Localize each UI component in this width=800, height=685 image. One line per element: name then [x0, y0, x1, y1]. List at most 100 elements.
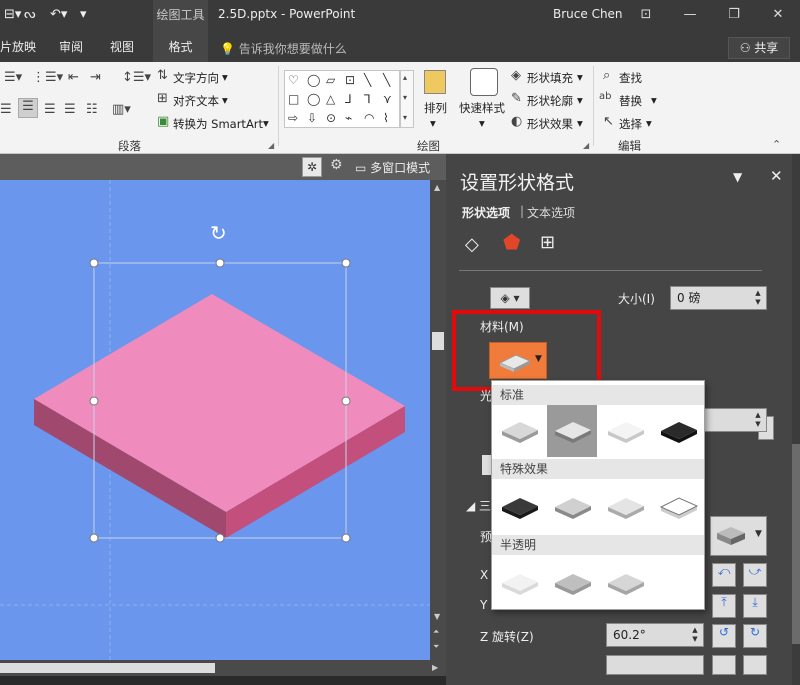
shape-gallery-item[interactable]: ♡ [288, 73, 299, 87]
shape-gallery-item[interactable]: □ [288, 92, 299, 106]
spin-up-icon[interactable]: ▲ [689, 626, 701, 635]
user-name[interactable]: Bruce Chen [553, 7, 623, 21]
arrange-button[interactable]: 排列 [424, 100, 447, 116]
scroll-up-icon[interactable]: ▴ [403, 73, 407, 82]
close-button[interactable]: ✕ [760, 4, 796, 26]
align-center-icon[interactable]: ☰ [18, 98, 38, 118]
shape-gallery-item[interactable]: ⊡ [345, 73, 355, 87]
share-button[interactable]: ⚇ 共享 [728, 37, 790, 59]
reset-button-partial[interactable] [482, 455, 491, 475]
shape-gallery-item[interactable]: ╲ [364, 73, 371, 87]
spin-down-icon[interactable]: ▼ [689, 635, 701, 644]
align-left-icon[interactable]: ☰ [0, 102, 12, 117]
slide-canvas[interactable]: ↻ [0, 180, 430, 660]
replace-button[interactable]: 替换 [619, 93, 642, 109]
rotate-cw-button[interactable]: ↻ [743, 624, 767, 648]
next-slide-icon[interactable]: ⏷ [433, 642, 439, 652]
rotate-handle-icon[interactable]: ↻ [210, 221, 227, 245]
contour-color-button[interactable]: ◈ ▾ [490, 287, 530, 309]
collapse-ribbon-icon[interactable]: ⌃ [772, 138, 781, 151]
align-text-button[interactable]: 对齐文本 [173, 93, 219, 109]
effects-pentagon-icon[interactable]: ⬟ [503, 230, 520, 254]
shapes-gallery[interactable]: ♡ ◯ ▱ ⊡ ╲ ╲ □ ◯ △ ⅃ ⅂ ⋎ ⇨ ⇩ ⊙ ⌁ ◠ ⌇ [284, 70, 400, 128]
columns-icon[interactable]: ▥▾ [112, 102, 131, 117]
gallery-more-icon[interactable]: ▾ [403, 113, 407, 122]
tab-text-options[interactable]: 文本选项 [527, 204, 575, 221]
convert-smartart-button[interactable]: 转换为 SmartArt [173, 116, 263, 132]
resize-handle[interactable] [341, 533, 351, 543]
tab-view[interactable]: 视图 [110, 32, 134, 62]
size-input[interactable]: 0 磅 ▲ ▼ [670, 286, 767, 310]
next-field-partial[interactable] [606, 655, 704, 675]
material-swatch[interactable] [547, 405, 597, 457]
material-swatch[interactable] [494, 557, 544, 609]
scroll-down-icon[interactable]: ▾ [403, 93, 407, 102]
tab-slideshow[interactable]: 片放映 [0, 32, 36, 62]
material-swatch[interactable] [653, 405, 703, 457]
resize-handle[interactable] [215, 258, 225, 268]
shape-fill-button[interactable]: 形状填充 [527, 70, 573, 86]
lighting-angle-input[interactable]: ▲ ▼ [700, 408, 767, 432]
shape-gallery-item[interactable]: ◠ [364, 111, 374, 125]
tell-me-box[interactable]: 💡 告诉我你想要做什么 [220, 40, 347, 57]
pane-scrollbar[interactable] [792, 154, 800, 685]
material-swatch[interactable] [494, 481, 544, 533]
shape-gallery-item[interactable]: ⌁ [345, 111, 352, 125]
select-button[interactable]: 选择 [619, 116, 642, 132]
quick-styles-button[interactable]: 快速样式 [459, 100, 505, 116]
gear-icon[interactable]: ⚙ [330, 157, 343, 173]
spin-up-icon[interactable]: ▲ [752, 411, 764, 420]
material-swatch[interactable] [547, 481, 597, 533]
three-d-rotation-header-partial[interactable]: ◢ 三 [466, 497, 491, 514]
shape-gallery-item[interactable]: ⋎ [383, 92, 392, 106]
shape-gallery-item[interactable]: ⇨ [288, 111, 298, 125]
z-rotation-input[interactable]: 60.2° ▲ ▼ [606, 623, 704, 647]
resize-handle[interactable] [341, 258, 351, 268]
shape-gallery-item[interactable]: ⌇ [383, 111, 389, 125]
horizontal-scrollbar[interactable]: ▶ [0, 660, 446, 676]
resize-handle[interactable] [215, 533, 225, 543]
dialog-launcher-icon[interactable]: ◢ [268, 141, 274, 150]
scroll-up-icon[interactable]: ▲ [434, 183, 440, 192]
shape-gallery-item[interactable]: ⅃ [345, 92, 352, 106]
fill-line-icon[interactable]: ◇ [465, 234, 479, 255]
shape-gallery-item[interactable]: ⇩ [307, 111, 317, 125]
scroll-thumb[interactable] [0, 663, 215, 673]
tab-shape-options[interactable]: 形状选项 [462, 204, 510, 221]
start-from-beginning-icon[interactable]: ᔓ [24, 7, 36, 22]
gallery-scroll[interactable]: ▴ ▾ ▾ [400, 70, 414, 128]
ribbon-display-options-icon[interactable]: ⊡ [628, 4, 664, 26]
rotate-right-button[interactable]: ⤻ [743, 563, 767, 587]
material-swatch[interactable] [547, 557, 597, 609]
resize-handle[interactable] [89, 533, 99, 543]
spin-up-icon[interactable]: ▲ [752, 289, 764, 298]
customize-quick-access-icon[interactable]: ▾ [80, 7, 87, 22]
tab-review[interactable]: 审阅 [59, 32, 83, 62]
align-right-icon[interactable]: ☰ [44, 102, 56, 117]
decrease-indent-icon[interactable]: ⇤ [68, 70, 79, 85]
material-swatch[interactable] [600, 481, 650, 533]
increase-indent-icon[interactable]: ⇥ [90, 70, 101, 85]
spin-down-icon[interactable]: ▼ [752, 298, 764, 307]
resize-handle[interactable] [89, 396, 99, 406]
pane-options-icon[interactable]: ▼ [733, 170, 742, 184]
rotate-up-button[interactable]: ⤒ [712, 594, 736, 618]
text-direction-button[interactable]: 文字方向 [173, 70, 219, 86]
resize-handle[interactable] [89, 258, 99, 268]
material-swatch[interactable] [600, 405, 650, 457]
scroll-right-icon[interactable]: ▶ [432, 663, 438, 672]
rotate-left-button[interactable]: ⤺ [712, 563, 736, 587]
shape-gallery-item[interactable]: △ [326, 92, 335, 106]
partial-button[interactable] [743, 655, 767, 675]
line-spacing-icon[interactable]: ↕☰▾ [122, 70, 151, 85]
scroll-down-icon[interactable]: ▼ [434, 612, 440, 621]
bullets-icon[interactable]: ☰▾ [4, 70, 22, 85]
shape-gallery-item[interactable]: ╲ [383, 73, 390, 87]
close-icon[interactable]: ✕ [770, 167, 783, 185]
shape-gallery-item[interactable]: ▱ [326, 73, 335, 87]
size-properties-icon[interactable]: ⊞ [540, 232, 555, 253]
dialog-launcher-icon[interactable]: ◢ [583, 141, 589, 150]
rotation-presets-button[interactable]: ▼ [710, 516, 767, 556]
material-swatch[interactable] [653, 481, 703, 533]
shape-effects-button[interactable]: 形状效果 [527, 116, 573, 132]
